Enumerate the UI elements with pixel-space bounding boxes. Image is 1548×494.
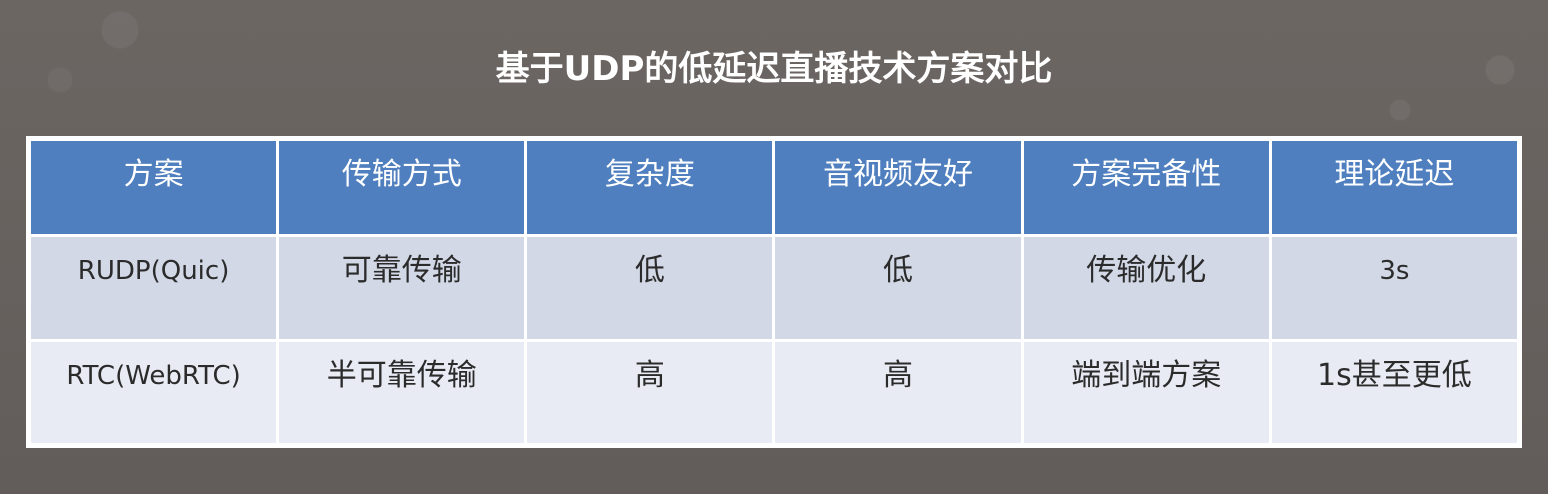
header-cell-av-friendly: 音视频友好 [772,138,1024,237]
cell-transport: 半可靠传输 [276,338,528,446]
cell-scheme: RUDP(Quic) [27,234,280,342]
cell-complexity: 高 [524,338,776,446]
header-cell-transport: 传输方式 [276,138,528,237]
cell-av-friendly: 高 [772,338,1024,446]
cell-scheme: RTC(WebRTC) [27,338,280,446]
cell-av-friendly: 低 [772,234,1024,342]
cell-completeness: 传输优化 [1020,234,1272,342]
table-row: RTC(WebRTC) 半可靠传输 高 高 端到端方案 1s甚至更低 [27,338,1521,446]
cell-transport: 可靠传输 [276,234,528,342]
table-row: RUDP(Quic) 可靠传输 低 低 传输优化 3s [27,234,1521,342]
header-cell-latency: 理论延迟 [1268,138,1521,237]
table-header-row: 方案 传输方式 复杂度 音视频友好 方案完备性 理论延迟 [27,138,1521,237]
comparison-table: 方案 传输方式 复杂度 音视频友好 方案完备性 理论延迟 RUDP(Quic) … [27,138,1521,446]
header-cell-scheme: 方案 [27,138,280,237]
slide-title: 基于UDP的低延迟直播技术方案对比 [495,49,1053,89]
comparison-table-container: 方案 传输方式 复杂度 音视频友好 方案完备性 理论延迟 RUDP(Quic) … [26,136,1522,448]
cell-latency: 1s甚至更低 [1268,338,1521,446]
cell-completeness: 端到端方案 [1020,338,1272,446]
header-cell-completeness: 方案完备性 [1020,138,1272,237]
header-cell-complexity: 复杂度 [524,138,776,237]
cell-latency: 3s [1268,234,1521,342]
cell-complexity: 低 [524,234,776,342]
slide-background: 基于UDP的低延迟直播技术方案对比 方案 传输方式 复杂度 音视频友好 方案完备… [0,0,1548,494]
